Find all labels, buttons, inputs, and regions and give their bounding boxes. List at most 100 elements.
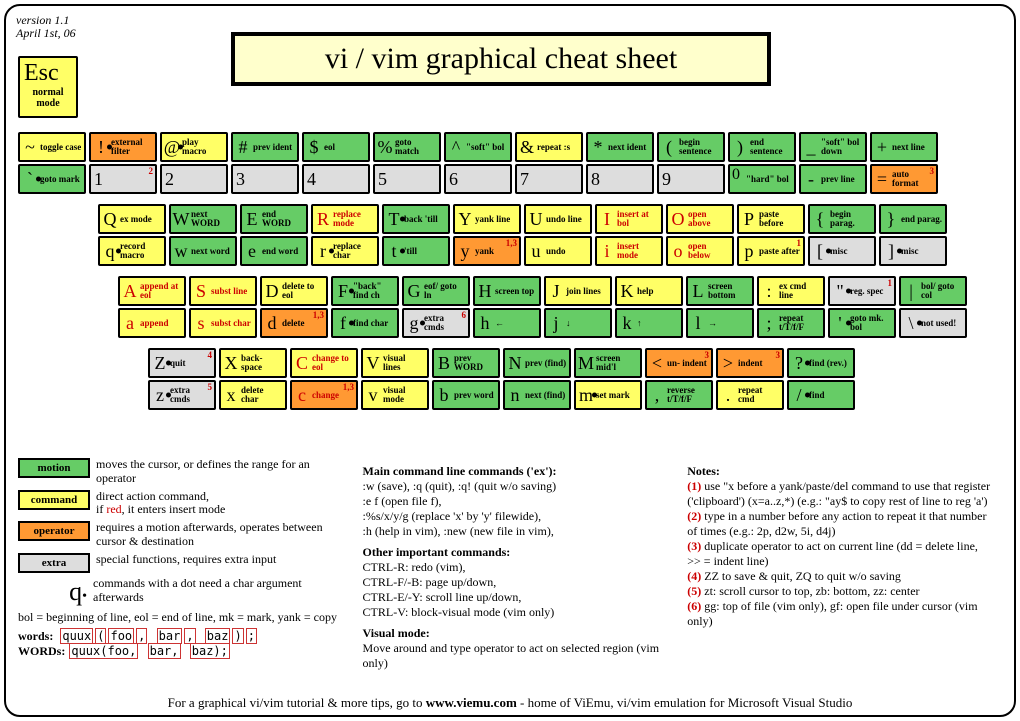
key-*: *next ident [586,132,654,162]
key-m: mset mark [574,380,642,410]
key-8: 8 [586,164,654,194]
key-J: Jjoin lines [544,276,612,306]
key-6: 6 [444,164,512,194]
key-3: 3 [231,164,299,194]
key-F: F"back" find ch [331,276,399,306]
key-C: Cchange to eol [290,348,358,378]
key-q: qrecord macro [98,236,166,266]
key-{: {begin parag. [808,204,876,234]
key-/: /find [787,380,855,410]
key-,: ,reverse t/T/f/F [645,380,713,410]
key-`: `goto mark [18,164,86,194]
key-1: 12 [89,164,157,194]
key-x: xdelete char [219,380,287,410]
key-&: &repeat :s [515,132,583,162]
key-D: Ddelete to eol [260,276,328,306]
key-esc: Esc normal mode [18,56,78,118]
key-z: zextra cmds5 [148,380,216,410]
key-I: Iinsert at bol [595,204,663,234]
key-\: \not used! [899,308,967,338]
words-sample: quux(foo, bar, baz); [59,629,258,643]
key-w: wnext word [169,236,237,266]
key-$: $eol [302,132,370,162]
key-l: l→ [686,308,754,338]
key-G: Geof/ goto ln [402,276,470,306]
key-^: ^"soft" bol [444,132,512,162]
key-f: ffind char [331,308,399,338]
key-r: rreplace char [311,236,379,266]
key-;: ;repeat t/T/f/F [757,308,825,338]
key--: -prev line [799,164,867,194]
key-R: Rreplace mode [311,204,379,234]
footer: For a graphical vi/vim tutorial & more t… [6,695,1014,711]
key-y: yyank1,3 [453,236,521,266]
key-t: t'till [382,236,450,266]
key-]: ]misc [879,236,947,266]
key-P: Ppaste before [737,204,805,234]
key-W: Wnext WORD [169,204,237,234]
key-<: <un- indent3 [645,348,713,378]
key-B: Bprev WORD [432,348,500,378]
key-o: oopen below [666,236,734,266]
key-H: Hscreen top [473,276,541,306]
key-!: !external filter [89,132,157,162]
key-b: bprev word [432,380,500,410]
key-5: 5 [373,164,441,194]
key-Y: Yyank line [453,204,521,234]
key-+: +next line [870,132,938,162]
key-a: aappend [118,308,186,338]
legend-section: motion moves the cursor, or defines the … [18,458,994,671]
key-): )end sentence [728,132,796,162]
key-j: j↓ [544,308,612,338]
key-9: 9 [657,164,725,194]
key-%: %goto match [373,132,441,162]
key-T: Tback 'till [382,204,450,234]
key-S: Ssubst line [189,276,257,306]
key-': 'goto mk. bol [828,308,896,338]
key-K: Khelp [615,276,683,306]
key-7: 7 [515,164,583,194]
key-[: [misc [808,236,876,266]
legend-command: command [18,490,90,510]
key-k: k↑ [615,308,683,338]
page-title: vi / vim graphical cheat sheet [231,32,771,86]
key-A: Aappend at eol [118,276,186,306]
key-?: ?find (rev.) [787,348,855,378]
key-Q: Qex mode [98,204,166,234]
key-e: eend word [240,236,308,266]
key->: >indent3 [716,348,784,378]
key-p: ppaste after1 [737,236,805,266]
key-=: =auto format3 [870,164,938,194]
key-@: @play macro [160,132,228,162]
key-g: gextra cmds6 [402,308,470,338]
key-h: h← [473,308,541,338]
key-L: Lscreen bottom [686,276,754,306]
key-.: .repeat cmd [716,380,784,410]
legend-motion: motion [18,458,90,478]
key-c: cchange1,3 [290,380,358,410]
key-u: uundo [524,236,592,266]
WORDS-sample: quux(foo, bar, baz); [68,644,231,658]
key-4: 4 [302,164,370,194]
key-_: _"soft" bol down [799,132,867,162]
key-|: |bol/ goto col [899,276,967,306]
key-N: Nprev (find) [503,348,571,378]
key-:: :ex cmd line [757,276,825,306]
key-2: 2 [160,164,228,194]
key-X: Xback- space [219,348,287,378]
key-": "reg. spec1 [828,276,896,306]
key-d: ddelete1,3 [260,308,328,338]
key-#: #prev ident [231,132,299,162]
legend-extra: extra [18,553,90,573]
key-(: (begin sentence [657,132,725,162]
key-s: ssubst char [189,308,257,338]
key-i: iinsert mode [595,236,663,266]
key-U: Uundo line [524,204,592,234]
key-M: Mscreen mid'l [574,348,642,378]
key-~: ~toggle case [18,132,86,162]
key-v: vvisual mode [361,380,429,410]
key-E: Eend WORD [240,204,308,234]
key-n: nnext (find) [503,380,571,410]
key-Z: Zquit4 [148,348,216,378]
key-}: }end parag. [879,204,947,234]
